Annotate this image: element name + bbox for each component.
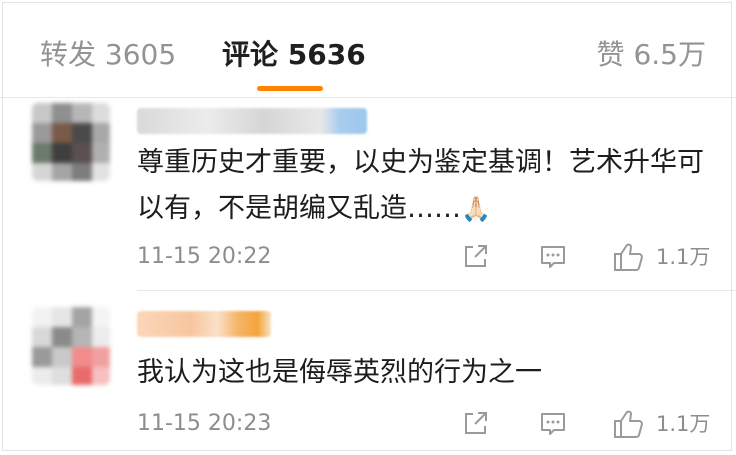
- tab-repost[interactable]: 转发 3605: [40, 36, 176, 74]
- like-count: 1.1万: [656, 245, 711, 269]
- comment-item: 尊重历史才重要，以史为鉴定基调！艺术升华可以有，不是胡编又乱造……🙏🏻 11-1…: [0, 98, 736, 288]
- timestamp: 11-15 20:23: [137, 411, 272, 436]
- comment-icon[interactable]: [539, 243, 567, 271]
- comment-meta: 11-15 20:22 1.1万: [0, 242, 736, 272]
- comment-text: 我认为这也是侮辱英烈的行为之一: [137, 357, 542, 388]
- tab-likes[interactable]: 赞 6.5万: [597, 36, 706, 74]
- comment-divider: [137, 290, 736, 291]
- active-tab-indicator: [257, 86, 323, 91]
- like-count: 1.1万: [656, 412, 711, 436]
- share-icon[interactable]: [461, 243, 489, 271]
- comment-text-content: 尊重历史才重要，以史为鉴定基调！艺术升华可以有，不是胡编又乱造……: [137, 147, 704, 224]
- praying-hands-emoji: 🙏🏻: [461, 195, 491, 223]
- tab-bar: 转发 3605 评论 5636 赞 6.5万: [0, 0, 736, 98]
- username[interactable]: [137, 108, 367, 134]
- comment-icon[interactable]: [539, 410, 567, 438]
- like-icon[interactable]: [613, 242, 645, 272]
- timestamp: 11-15 20:22: [137, 244, 272, 269]
- comment-meta: 11-15 20:23 1.1万: [0, 409, 736, 439]
- comment-item: 我认为这也是侮辱英烈的行为之一 11-15 20:23 1.1万: [0, 298, 736, 453]
- avatar[interactable]: [32, 307, 110, 385]
- comment-text: 尊重历史才重要，以史为鉴定基调！艺术升华可以有，不是胡编又乱造……🙏🏻: [137, 140, 722, 232]
- like-icon[interactable]: [613, 409, 645, 439]
- tab-comments[interactable]: 评论 5636: [222, 36, 366, 74]
- share-icon[interactable]: [461, 410, 489, 438]
- username[interactable]: [137, 311, 271, 337]
- avatar[interactable]: [32, 103, 110, 181]
